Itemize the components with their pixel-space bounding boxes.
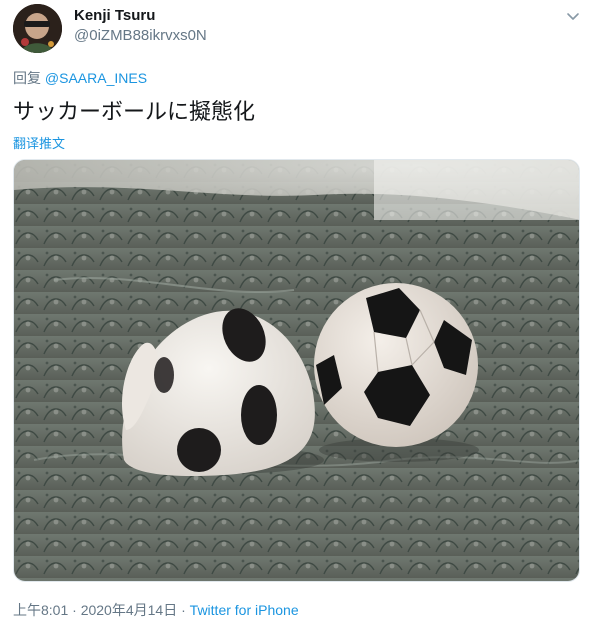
meta-separator: · [68,602,81,618]
display-name[interactable]: Kenji Tsuru [74,7,155,24]
tweet-time[interactable]: 上午8:01 [13,602,68,618]
avatar[interactable] [13,4,62,53]
user-handle[interactable]: @0iZMB88ikrvxs0N [74,27,207,44]
soccer-ball [314,283,478,447]
tweet-source-link[interactable]: Twitter for iPhone [190,602,299,618]
tweet-date[interactable]: 2020年4月14日 [81,602,178,618]
reply-mention-link[interactable]: @SAARA_INES [45,70,147,86]
translate-tweet-link[interactable]: 翻译推文 [13,133,65,152]
chevron-down-icon[interactable] [563,6,583,26]
reply-context: 回复 @SAARA_INES [13,68,147,88]
reply-prefix: 回复 [13,70,41,86]
tweet-card: Kenji Tsuru @0iZMB88ikrvxs0N 回复 @SAARA_I… [0,0,592,623]
meta-separator: · [177,602,190,618]
tweet-photo[interactable] [13,159,580,582]
tweet-metadata: 上午8:01 · 2020年4月14日 · Twitter for iPhone [13,600,299,620]
tweet-text: サッカーボールに擬態化 [13,99,256,124]
